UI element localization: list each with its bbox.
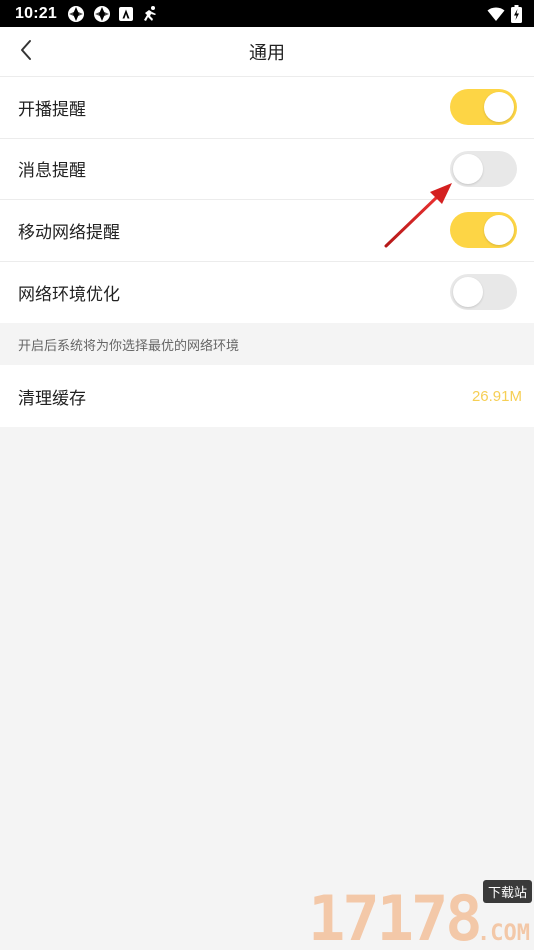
app-icon [118,6,133,21]
setting-row-message-reminder: 消息提醒 [0,139,534,200]
header: 通用 [0,27,534,77]
mobile-network-reminder-toggle[interactable] [450,212,517,249]
settings-list: 开播提醒 消息提醒 移动网络提醒 网络环境优化 [0,77,534,323]
status-icons [67,5,159,23]
sync-icon [93,5,111,23]
sync-icon [67,5,85,23]
toggle-knob [484,215,514,246]
running-icon [141,5,159,23]
status-bar: 10:21 [0,0,534,27]
setting-label: 消息提醒 [18,161,86,182]
chevron-left-icon [19,39,33,65]
page-title: 通用 [249,42,285,64]
clear-cache-row[interactable]: 清理缓存 26.91M [0,365,534,427]
watermark-suffix: .COM [477,921,530,946]
live-reminder-toggle[interactable] [450,89,517,126]
setting-row-live-reminder: 开播提醒 [0,77,534,139]
cache-size-value: 26.91M [471,387,522,405]
setting-label: 移动网络提醒 [18,222,120,243]
setting-label: 开播提醒 [18,99,86,120]
watermark: 17178 下载站 .COM [304,880,534,950]
clear-cache-label: 清理缓存 [18,388,86,409]
status-right-icons [487,4,522,23]
watermark-number: 17178 [308,882,483,950]
network-optimization-hint: 开启后系统将为你选择最优的网络环境 [0,323,534,365]
watermark-badge: 下载站 [482,880,532,903]
setting-row-network-optimization: 网络环境优化 [0,262,534,324]
battery-charging-icon [511,4,522,23]
message-reminder-toggle[interactable] [450,150,517,187]
toggle-knob [484,92,514,123]
wifi-icon [487,6,505,22]
toggle-knob [453,277,483,308]
network-optimization-toggle[interactable] [450,274,517,311]
setting-label: 网络环境优化 [18,284,120,305]
setting-row-mobile-network-reminder: 移动网络提醒 [0,200,534,262]
toggle-knob [453,153,483,184]
status-time: 10:21 [15,4,57,22]
back-button[interactable] [10,36,42,68]
